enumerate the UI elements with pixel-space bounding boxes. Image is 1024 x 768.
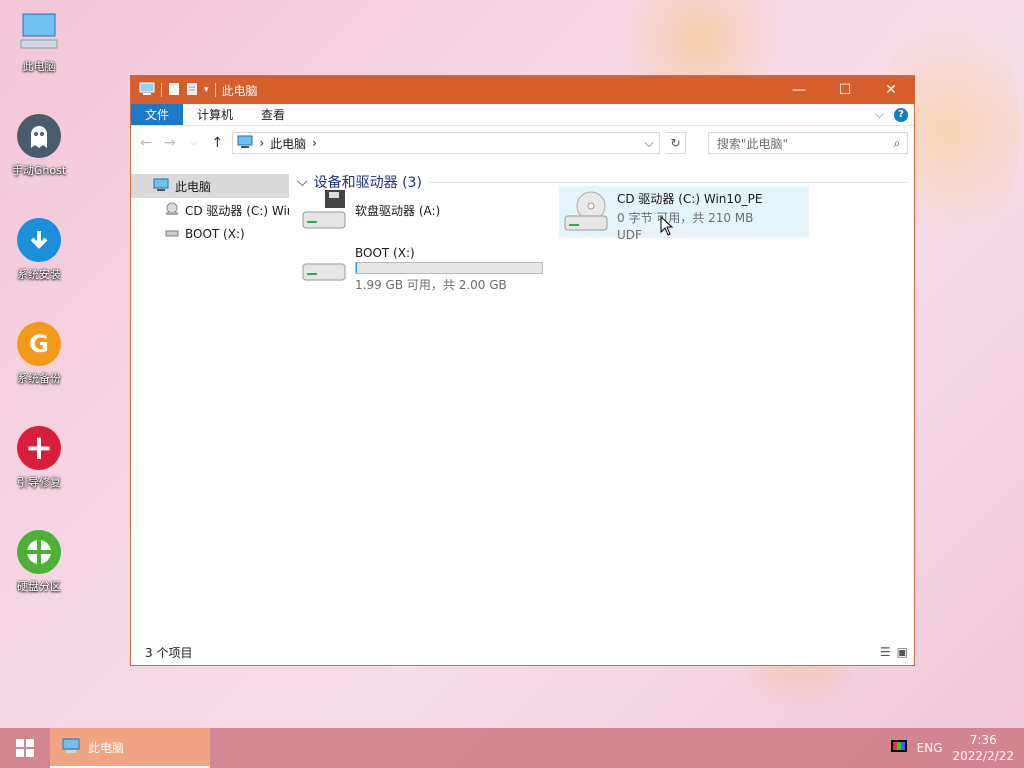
chevron-right-icon[interactable]: › bbox=[312, 136, 317, 150]
desktop-icon-install[interactable]: 系统安装 bbox=[4, 218, 74, 282]
ghost-icon bbox=[17, 114, 61, 158]
item-count: 3 个项目 bbox=[145, 645, 193, 660]
install-arrow-icon bbox=[17, 218, 61, 262]
windows-logo-icon bbox=[16, 739, 34, 757]
group-label: 设备和驱动器 (3) bbox=[313, 175, 422, 191]
tab-file[interactable]: 文件 bbox=[131, 104, 184, 125]
desktop-icon-label: 系统备份 bbox=[17, 372, 61, 385]
forward-button[interactable]: → bbox=[161, 135, 179, 151]
navigation-bar: ← → ⌵ ↑ › 此电脑 › ⌵ ↻ 搜索"此电脑" ⌕ bbox=[131, 126, 914, 160]
address-bar[interactable]: › 此电脑 › ⌵ bbox=[232, 132, 661, 154]
clock-date: 2022/2/22 bbox=[952, 749, 1014, 763]
usage-bar bbox=[355, 262, 543, 274]
desktop-icon-backup[interactable]: G 系统备份 bbox=[4, 322, 74, 386]
divider bbox=[427, 181, 908, 183]
chevron-right-icon[interactable]: › bbox=[259, 136, 264, 150]
tab-computer[interactable]: 计算机 bbox=[183, 104, 247, 125]
computer-icon bbox=[139, 82, 155, 99]
drive-filesystem: UDF bbox=[617, 228, 642, 242]
navigation-pane: 此电脑 CD 驱动器 (C:) Wir BOOT (X:) bbox=[131, 160, 289, 639]
recent-locations-icon[interactable]: ⌵ bbox=[185, 138, 203, 148]
usage-bar-fill bbox=[356, 263, 357, 273]
divider bbox=[161, 83, 162, 97]
floppy-drive-icon bbox=[301, 190, 347, 240]
start-button[interactable] bbox=[0, 728, 50, 768]
clock[interactable]: 7:36 2022/2/22 bbox=[952, 732, 1014, 764]
ribbon: 文件 计算机 查看 ⌵ ? bbox=[131, 104, 914, 126]
computer-icon bbox=[153, 178, 169, 195]
taskbar: 此电脑 ENG 7:36 2022/2/22 bbox=[0, 728, 1024, 768]
window-title: 此电脑 bbox=[221, 83, 258, 98]
desktop-icon-label: 引导修复 bbox=[17, 476, 61, 489]
desktop-icon-this-pc[interactable]: 此电脑 bbox=[4, 10, 74, 74]
desktop-icon-label: 手动Ghost bbox=[11, 164, 67, 177]
search-icon: ⌕ bbox=[893, 135, 901, 150]
computer-icon bbox=[237, 135, 253, 152]
properties-icon[interactable] bbox=[186, 82, 198, 99]
input-language[interactable]: ENG bbox=[917, 741, 943, 755]
taskbar-app-label: 此电脑 bbox=[88, 740, 125, 755]
desktop-icon-label: 此电脑 bbox=[22, 60, 56, 73]
nav-item-boot[interactable]: BOOT (X:) bbox=[131, 222, 289, 246]
content-pane: ⌵ 设备和驱动器 (3) 软盘驱动器 (A:) CD 驱动器 (C:) Win1… bbox=[289, 160, 914, 639]
nav-item-label: BOOT (X:) bbox=[185, 227, 245, 241]
maximize-button[interactable]: ☐ bbox=[822, 76, 868, 104]
nav-item-label: 此电脑 bbox=[175, 179, 212, 194]
computer-icon bbox=[17, 10, 61, 54]
back-button[interactable]: ← bbox=[137, 135, 155, 151]
drive-item-boot[interactable]: BOOT (X:) 1.99 GB 可用，共 2.00 GB bbox=[301, 246, 561, 296]
explorer-window: ▾ 此电脑 — ☐ ✕ 文件 计算机 查看 ⌵ ? ← → ⌵ ↑ › 此电脑 … bbox=[130, 75, 915, 666]
desktop-icon-boot-repair[interactable]: + 引导修复 bbox=[4, 426, 74, 490]
new-document-icon[interactable] bbox=[168, 82, 180, 99]
nav-item-label: CD 驱动器 (C:) Wir bbox=[185, 203, 289, 218]
cd-drive-icon bbox=[165, 202, 179, 219]
tab-view[interactable]: 查看 bbox=[247, 104, 299, 125]
system-tray: ENG 7:36 2022/2/22 bbox=[890, 732, 1024, 764]
mouse-cursor-icon bbox=[660, 215, 674, 239]
desktop-icon-label: 系统安装 bbox=[17, 268, 61, 281]
breadcrumb-root[interactable]: 此电脑 bbox=[270, 135, 306, 152]
help-icon[interactable]: ? bbox=[894, 107, 908, 122]
backup-g-icon: G bbox=[17, 322, 61, 366]
divider bbox=[214, 83, 216, 97]
cd-drive-icon bbox=[563, 190, 609, 234]
drive-name: BOOT (X:) bbox=[355, 246, 415, 260]
taskbar-app-explorer[interactable]: 此电脑 bbox=[50, 728, 210, 768]
minimize-button[interactable]: — bbox=[776, 76, 822, 104]
search-input[interactable]: 搜索"此电脑" ⌕ bbox=[707, 132, 909, 154]
desktop-icon-partition[interactable]: 硬盘分区 bbox=[4, 530, 74, 594]
drive-item-floppy[interactable]: 软盘驱动器 (A:) bbox=[301, 190, 541, 240]
drive-name: 软盘驱动器 (A:) bbox=[355, 204, 441, 218]
details-view-icon[interactable]: ☰ bbox=[880, 645, 891, 659]
computer-icon bbox=[62, 738, 80, 757]
clock-time: 7:36 bbox=[969, 733, 997, 747]
address-history-icon[interactable]: ⌵ bbox=[639, 136, 659, 151]
customize-quick-access-icon[interactable]: ▾ bbox=[204, 85, 209, 95]
close-button[interactable]: ✕ bbox=[868, 76, 914, 104]
drive-name: CD 驱动器 (C:) Win10_PE bbox=[617, 192, 763, 206]
search-placeholder: 搜索"此电脑" bbox=[716, 136, 788, 151]
desktop-icon-ghost[interactable]: 手动Ghost bbox=[4, 114, 74, 178]
nav-item-this-pc[interactable]: 此电脑 bbox=[131, 174, 289, 198]
up-button[interactable]: ↑ bbox=[208, 135, 226, 151]
drive-icon bbox=[165, 227, 179, 241]
large-icons-view-icon[interactable]: ▣ bbox=[897, 645, 908, 659]
drive-item-cd[interactable]: CD 驱动器 (C:) Win10_PE 0 字节 可用，共 210 MB UD… bbox=[559, 186, 809, 242]
chevron-down-icon: ⌵ bbox=[297, 174, 308, 190]
drive-icon bbox=[301, 246, 347, 296]
refresh-button[interactable]: ↻ bbox=[666, 132, 686, 154]
desktop-icon-label: 硬盘分区 bbox=[17, 580, 61, 593]
status-bar: 3 个项目 ☰ ▣ bbox=[131, 639, 914, 665]
repair-plus-icon: + bbox=[17, 426, 61, 470]
nav-item-cd-drive[interactable]: CD 驱动器 (C:) Wir bbox=[131, 198, 289, 222]
title-bar[interactable]: ▾ 此电脑 — ☐ ✕ bbox=[131, 76, 914, 104]
drive-capacity: 0 字节 可用，共 210 MB bbox=[617, 211, 754, 225]
expand-ribbon-icon[interactable]: ⌵ bbox=[875, 107, 884, 122]
partition-icon bbox=[17, 530, 61, 574]
display-settings-icon[interactable] bbox=[890, 739, 907, 757]
drive-capacity: 1.99 GB 可用，共 2.00 GB bbox=[355, 278, 507, 292]
